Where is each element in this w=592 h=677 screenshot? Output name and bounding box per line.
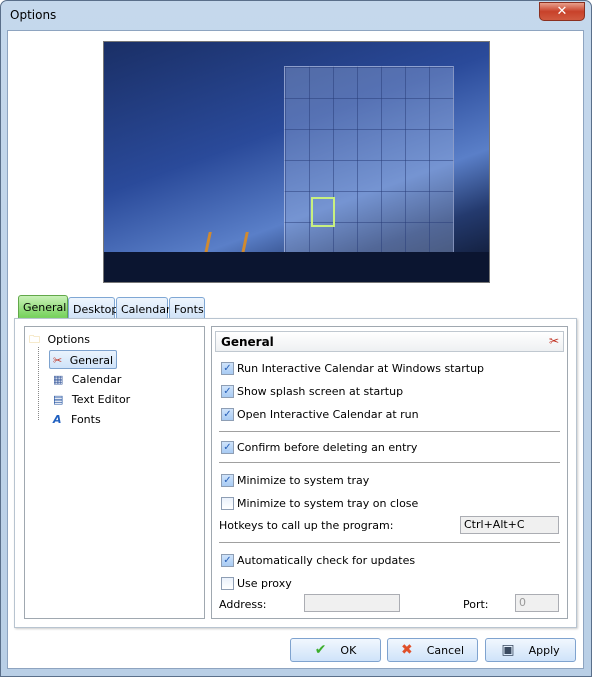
window-title: Options [10,8,57,22]
text-editor-icon: ▤ [53,393,64,406]
tools-icon: ✂ [548,334,559,348]
run-at-startup-checkbox[interactable]: ✓ Run Interactive Calendar at Windows sta… [221,362,484,376]
tree-item-text-editor[interactable]: ▤ Text Editor [53,390,130,409]
tools-icon: ✂ [53,354,63,367]
floppy-disk-icon: ▣ [501,642,515,658]
port-label: Port: [463,598,489,611]
address-input[interactable] [304,594,400,612]
auto-update-checkbox[interactable]: ✓ Automatically check for updates [221,554,415,568]
section-header: General ✂ [215,331,564,352]
divider [219,462,560,463]
selected-day-preview [311,197,335,227]
tree-root-options[interactable]: 🗀 Options [29,330,90,349]
open-at-run-checkbox[interactable]: ✓ Open Interactive Calendar at run [221,408,419,422]
minimize-tray-checkbox[interactable]: ✓ Minimize to system tray [221,474,369,488]
tree-item-general[interactable]: ✂ General [49,350,118,369]
checkmark-icon: ✓ [221,362,234,375]
divider [219,431,560,432]
hotkeys-label: Hotkeys to call up the program: [219,519,394,532]
tree-item-fonts[interactable]: A Fonts [53,410,101,429]
cancel-button[interactable]: ✖ Cancel [387,638,478,662]
splash-screen-checkbox[interactable]: ✓ Show splash screen at startup [221,385,403,399]
divider [219,542,560,543]
tab-calendar[interactable]: Calendar [116,297,170,319]
checkmark-icon: ✓ [221,554,234,567]
calendar-icon: ▦ [53,373,64,386]
port-input[interactable]: 0 [515,594,559,612]
folder-icon: 🗀 [29,333,40,346]
close-button[interactable]: ✕ [539,2,585,21]
minimize-on-close-checkbox[interactable]: Minimize to system tray on close [221,497,418,511]
hotkeys-input[interactable]: Ctrl+Alt+C [460,516,559,534]
tab-fonts[interactable]: Fonts [169,297,205,319]
tree-item-calendar[interactable]: ▦ Calendar [53,370,121,389]
checkmark-icon: ✓ [221,408,234,421]
calendar-overlay-preview [284,66,454,256]
fonts-icon: A [53,413,62,426]
apply-button[interactable]: ▣ Apply [485,638,576,662]
checkmark-icon: ✓ [221,385,234,398]
use-proxy-checkbox[interactable]: Use proxy [221,577,292,591]
tab-desktop[interactable]: Desktop [68,297,118,319]
address-label: Address: [219,598,267,611]
tab-general[interactable]: General [18,295,68,319]
tree-line [38,347,39,420]
cancel-x-icon: ✖ [401,642,413,658]
checkmark-icon: ✓ [221,441,234,454]
checkmark-icon: ✔ [314,642,327,658]
sea [104,252,489,282]
confirm-delete-checkbox[interactable]: ✓ Confirm before deleting an entry [221,441,417,455]
desktop-preview-image [103,41,490,283]
options-tree: 🗀 Options ✂ General ▦ Calendar ▤ Text Ed… [24,326,205,619]
ok-button[interactable]: ✔ OK [290,638,381,662]
checkmark-icon: ✓ [221,474,234,487]
